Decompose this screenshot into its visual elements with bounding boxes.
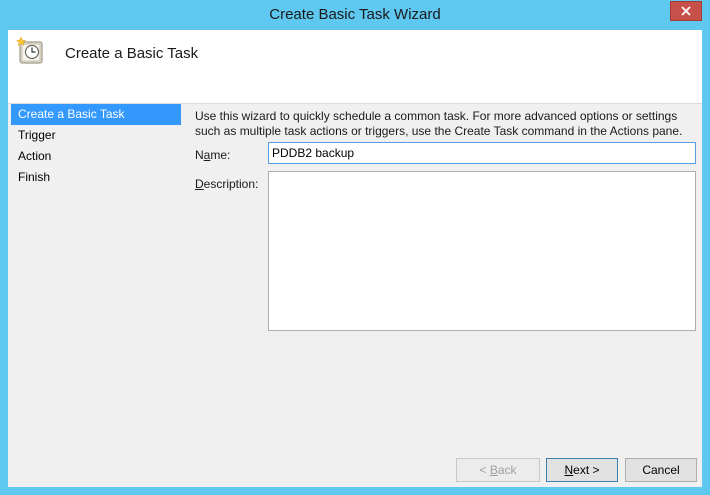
- close-icon: [681, 6, 691, 16]
- next-button[interactable]: Next >: [546, 458, 618, 482]
- header-title: Create a Basic Task: [65, 45, 199, 62]
- intro-text: Use this wizard to quickly schedule a co…: [195, 109, 695, 139]
- wizard-client-area: Create a Basic Task Create a Basic Task …: [8, 30, 702, 487]
- back-button[interactable]: < Back: [456, 458, 540, 482]
- task-scheduler-clock-icon: [15, 36, 46, 66]
- name-field[interactable]: [268, 142, 696, 164]
- window-title: Create Basic Task Wizard: [269, 6, 441, 23]
- nav-step-action[interactable]: Action: [11, 146, 181, 167]
- title-bar[interactable]: Create Basic Task Wizard: [0, 0, 710, 30]
- intro-line-1: Use this wizard to quickly schedule a co…: [195, 109, 678, 123]
- description-label: Description:: [195, 177, 259, 191]
- nav-step-create-basic-task[interactable]: Create a Basic Task: [11, 104, 181, 125]
- cancel-button[interactable]: Cancel: [625, 458, 697, 482]
- name-label: Name:: [195, 148, 231, 162]
- wizard-window: Create Basic Task Wizard Create a Basic …: [0, 0, 710, 495]
- wizard-header: Create a Basic Task: [8, 30, 702, 104]
- nav-step-finish[interactable]: Finish: [11, 167, 181, 188]
- nav-step-trigger[interactable]: Trigger: [11, 125, 181, 146]
- intro-line-2: such as multiple task actions or trigger…: [195, 124, 683, 138]
- close-button[interactable]: [670, 1, 702, 21]
- wizard-steps-nav: Create a Basic Task Trigger Action Finis…: [8, 104, 188, 188]
- description-field[interactable]: [268, 171, 696, 331]
